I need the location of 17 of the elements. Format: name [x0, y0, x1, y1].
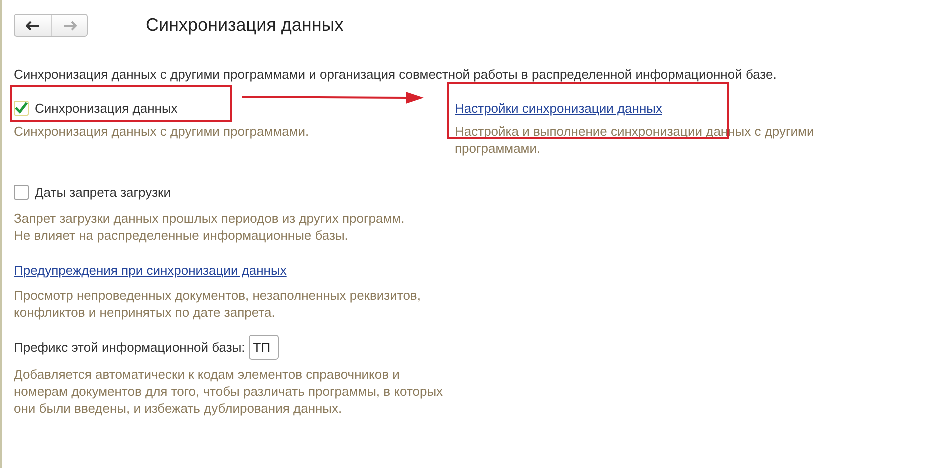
description-text: Синхронизация данных с другими программами и организация совместной работы в распределенной информационной базе.: [14, 66, 778, 84]
right-arrow-icon: [62, 20, 76, 30]
check-icon: [15, 102, 28, 114]
prefix-label: Префикс этой информационной базы:: [14, 338, 246, 357]
checkbox[interactable]: [14, 185, 29, 200]
hint-text: Просмотр непроведенных документов, незаполненных реквизитов, конфликтов и непринятых по дате запрета.: [14, 287, 422, 321]
settings-link[interactable]: Настройки синхронизации данных: [455, 100, 662, 116]
hint-text: Запрет загрузки данных прошлых периодов из других программ. Не влияет на распределенные информационные базы.: [14, 210, 406, 244]
warnings-link[interactable]: Предупреждения при синхронизации данных: [14, 260, 287, 280]
checkbox-label: Даты запрета загрузки: [35, 184, 171, 202]
hint-text: Синхронизация данных с другими программами.: [14, 123, 310, 140]
left-arrow-icon: [26, 20, 40, 30]
checkbox-label: Синхронизация данных: [35, 100, 178, 118]
prefix-field[interactable]: ТП: [249, 335, 280, 360]
checkbox[interactable]: [14, 100, 29, 116]
page-title: Синхронизация данных: [146, 14, 344, 37]
hint-text: Добавляется автоматически к кодам элементов справочников и номерам документов для того, чтобы различать программы, в которых они были введены, и избежать дублирования данных.: [14, 366, 444, 417]
